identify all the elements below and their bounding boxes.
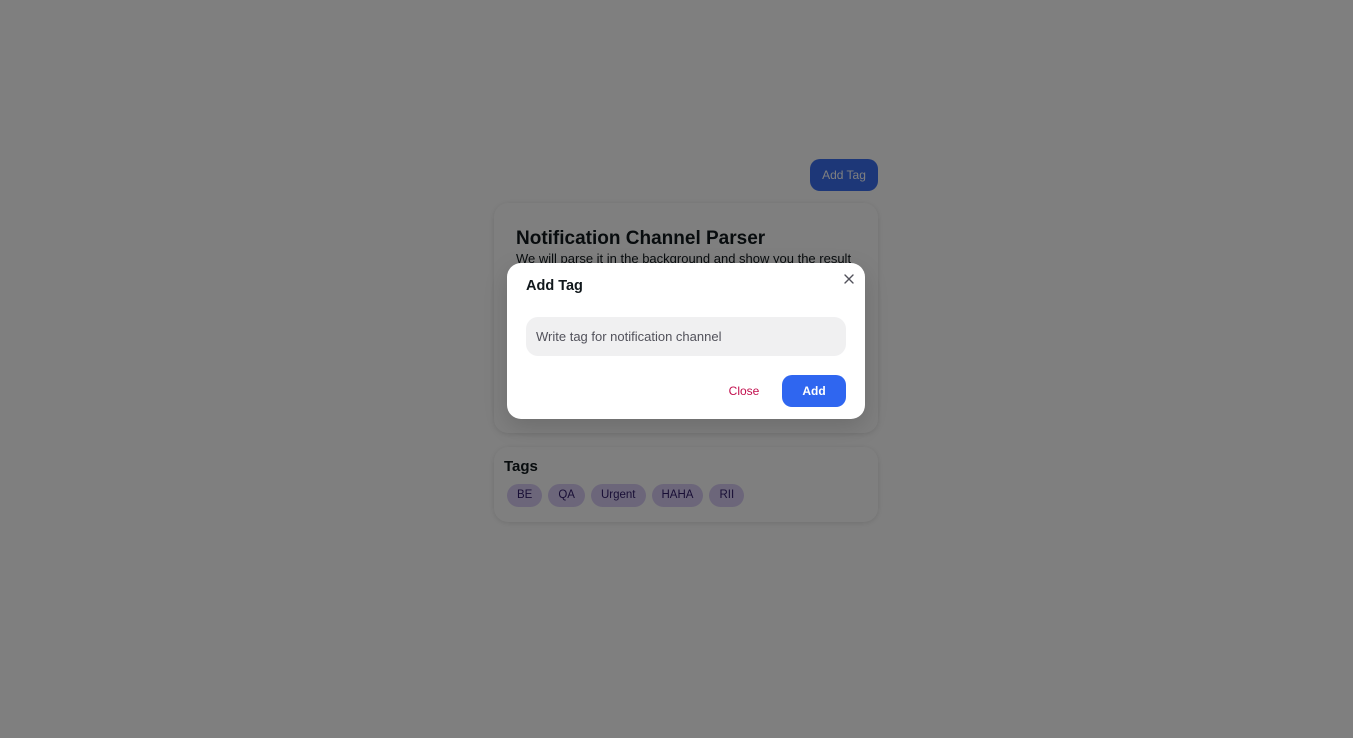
close-icon[interactable] bbox=[842, 272, 856, 286]
close-button[interactable]: Close bbox=[722, 375, 766, 407]
add-tag-modal: Add Tag Close Add bbox=[507, 263, 865, 419]
tag-input[interactable] bbox=[526, 317, 846, 356]
add-button[interactable]: Add bbox=[782, 375, 846, 407]
modal-title: Add Tag bbox=[526, 278, 583, 294]
